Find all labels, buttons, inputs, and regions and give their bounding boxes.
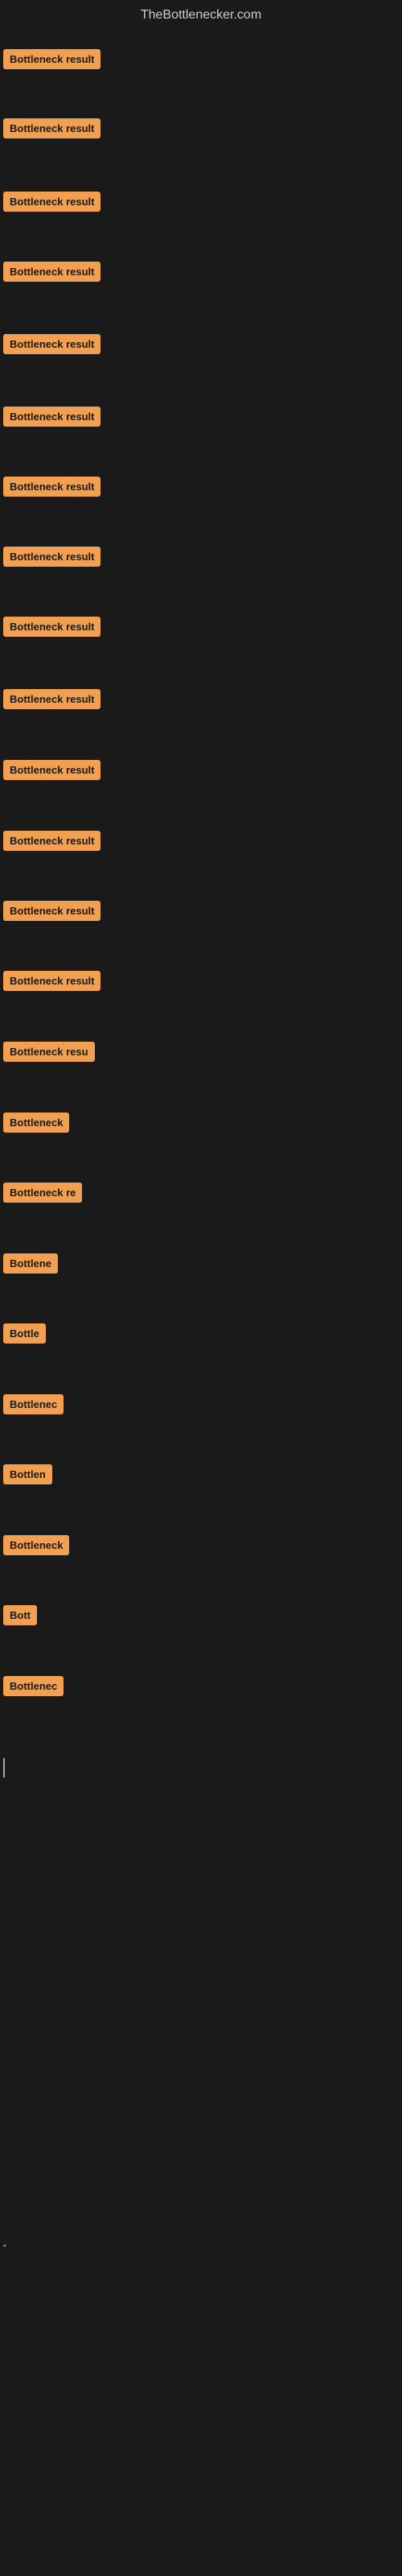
bottleneck-item: Bottleneck result: [3, 547, 100, 571]
bottleneck-item: Bottleneck result: [3, 971, 100, 995]
bottleneck-badge[interactable]: Bottlenec: [3, 1676, 64, 1696]
bottleneck-badge[interactable]: Bottleneck resu: [3, 1042, 95, 1062]
bottleneck-badge[interactable]: Bottleneck result: [3, 262, 100, 282]
bottleneck-item: Bottleneck result: [3, 334, 100, 358]
bottleneck-badge[interactable]: Bottleneck result: [3, 689, 100, 709]
bottleneck-item: Bottleneck result: [3, 477, 100, 501]
bottleneck-badge[interactable]: Bottleneck result: [3, 49, 100, 69]
bottleneck-badge[interactable]: Bottleneck: [3, 1535, 69, 1555]
bottleneck-item: Bott: [3, 1605, 37, 1629]
bottleneck-item: Bottleneck result: [3, 118, 100, 142]
bottleneck-badge[interactable]: Bottlene: [3, 1253, 58, 1274]
bottleneck-badge[interactable]: Bottleneck result: [3, 760, 100, 780]
bottleneck-badge[interactable]: Bott: [3, 1605, 37, 1625]
bottleneck-item: Bottleneck result: [3, 760, 100, 784]
bottleneck-item: Bottleneck result: [3, 831, 100, 855]
bottleneck-item: Bottleneck result: [3, 192, 100, 216]
bottleneck-badge[interactable]: Bottleneck result: [3, 617, 100, 637]
bottleneck-item: Bottleneck result: [3, 262, 100, 286]
bottleneck-badge[interactable]: Bottleneck result: [3, 831, 100, 851]
bottleneck-badge[interactable]: Bottleneck result: [3, 547, 100, 567]
bottleneck-badge[interactable]: Bottleneck result: [3, 192, 100, 212]
bottleneck-item: Bottlenec: [3, 1394, 64, 1418]
small-indicator: ▪: [3, 2241, 6, 2251]
bottleneck-badge[interactable]: Bottleneck result: [3, 971, 100, 991]
bottleneck-item: Bottlen: [3, 1464, 52, 1488]
items-container: Bottleneck result Bottleneck result Bottle…: [0, 27, 402, 2523]
bottleneck-badge[interactable]: Bottlenec: [3, 1394, 64, 1414]
bottleneck-item: Bottlene: [3, 1253, 58, 1278]
cursor-line: [3, 1758, 5, 1777]
bottleneck-item: Bottleneck resu: [3, 1042, 95, 1066]
bottleneck-item: Bottle: [3, 1323, 46, 1348]
bottleneck-item: Bottleneck result: [3, 901, 100, 925]
bottleneck-item: Bottleneck re: [3, 1183, 82, 1207]
bottleneck-item: Bottleneck result: [3, 617, 100, 641]
bottleneck-item: Bottleneck: [3, 1113, 69, 1137]
bottleneck-item: Bottleneck result: [3, 49, 100, 73]
bottleneck-badge[interactable]: Bottleneck result: [3, 477, 100, 497]
site-title: TheBottlenecker.com: [0, 0, 402, 27]
bottleneck-item: Bottlenec: [3, 1676, 64, 1700]
bottleneck-item: Bottleneck: [3, 1535, 69, 1559]
bottleneck-badge[interactable]: Bottlen: [3, 1464, 52, 1484]
bottleneck-item: Bottleneck result: [3, 689, 100, 713]
bottleneck-badge[interactable]: Bottleneck re: [3, 1183, 82, 1203]
page-wrapper: TheBottlenecker.com Bottleneck resultBot…: [0, 0, 402, 2576]
bottleneck-badge[interactable]: Bottleneck result: [3, 334, 100, 354]
bottleneck-badge[interactable]: Bottle: [3, 1323, 46, 1344]
bottleneck-badge[interactable]: Bottleneck result: [3, 118, 100, 138]
bottleneck-badge[interactable]: Bottleneck: [3, 1113, 69, 1133]
bottleneck-badge[interactable]: Bottleneck result: [3, 407, 100, 427]
bottleneck-item: Bottleneck result: [3, 407, 100, 431]
bottleneck-badge[interactable]: Bottleneck result: [3, 901, 100, 921]
